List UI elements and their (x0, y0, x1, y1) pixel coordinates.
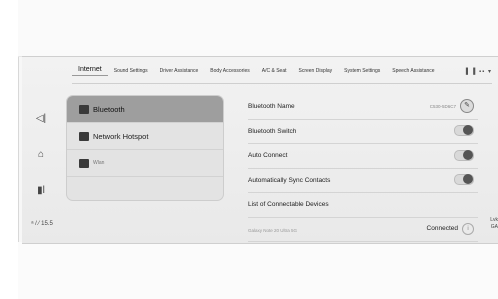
auto-sync-contacts-label: Automatically Sync Contacts (248, 176, 331, 184)
bluetooth-settings-list: Bluetooth Name C530-5D6C7 ✎ Bluetooth Sw… (248, 95, 478, 242)
connectable-devices-header: List of Connectable Devices (248, 193, 478, 218)
bluetooth-switch-row: Bluetooth Switch (248, 120, 478, 144)
auto-sync-contacts-toggle[interactable] (454, 174, 474, 185)
menu-item-label: Network Hotspot (93, 131, 149, 141)
device-status: Connected (426, 225, 458, 232)
info-icon[interactable]: i (462, 222, 474, 235)
connectable-devices-label: List of Connectable Devices (248, 201, 329, 208)
menu-item-bluetooth[interactable]: Bluetooth (67, 96, 223, 123)
tab-bar: Internet Sound Settings Driver Assistanc… (72, 59, 492, 83)
bluetooth-switch-label: Bluetooth Switch (248, 127, 297, 135)
auto-sync-contacts-row: Automatically Sync Contacts (248, 169, 478, 193)
wlan-icon (79, 158, 89, 168)
menu-item-label: Bluetooth (93, 104, 125, 114)
tab-screen-display[interactable]: Screen Display (293, 68, 339, 74)
tab-speech-assistance[interactable]: Speech Assistance (386, 68, 440, 74)
media-icon[interactable]: ▮l (34, 185, 48, 197)
tab-divider (72, 83, 492, 84)
auto-connect-toggle[interactable] (454, 149, 474, 161)
bluetooth-icon (79, 104, 89, 114)
bottom-area (18, 242, 498, 299)
hotspot-icon (79, 131, 89, 141)
menu-item-network-hotspot[interactable]: Network Hotspot (67, 123, 223, 150)
rail-status-text: ᵃ / ⁄ 15.5 (31, 221, 53, 227)
menu-item-label: Wlan (93, 160, 105, 166)
menu-item-wlan[interactable]: Wlan (67, 150, 223, 177)
tab-internet[interactable]: Internet (72, 66, 108, 76)
right-edge-text: Lvk GA (490, 217, 498, 230)
bluetooth-name-value: C530-5D6C7 (429, 103, 456, 109)
home-icon[interactable]: ⌂ (34, 149, 48, 161)
bluetooth-name-label: Bluetooth Name (248, 103, 295, 110)
device-row[interactable]: Galaxy Note 20 Ultra 5G Connected i (248, 218, 478, 242)
device-name: Galaxy Note 20 Ultra 5G (248, 227, 298, 233)
tab-body-accessories[interactable]: Body Accessories (204, 68, 255, 74)
top-bar (18, 0, 498, 57)
tab-sound-settings[interactable]: Sound Settings (108, 68, 154, 74)
edit-icon[interactable]: ✎ (460, 99, 474, 113)
infotainment-screen: Internet Sound Settings Driver Assistanc… (22, 56, 498, 244)
tab-system-settings[interactable]: System Settings (338, 68, 386, 74)
tabs-more-icon[interactable]: ▌▐ ▪▪ ▾ (466, 68, 492, 75)
tab-ac-seat[interactable]: A/C & Seat (256, 68, 293, 74)
bluetooth-switch-toggle[interactable] (454, 125, 474, 136)
tab-driver-assistance[interactable]: Driver Assistance (154, 68, 205, 74)
volume-icon[interactable]: ◁| (34, 113, 48, 125)
auto-connect-row: Auto Connect (248, 144, 478, 169)
auto-connect-label: Auto Connect (248, 152, 288, 159)
settings-side-menu: Bluetooth Network Hotspot Wlan (66, 95, 224, 201)
left-icon-rail: ◁| ⌂ ▮l ᵃ / ⁄ 15.5 (22, 87, 62, 243)
bluetooth-name-row[interactable]: Bluetooth Name C530-5D6C7 ✎ (248, 95, 478, 120)
